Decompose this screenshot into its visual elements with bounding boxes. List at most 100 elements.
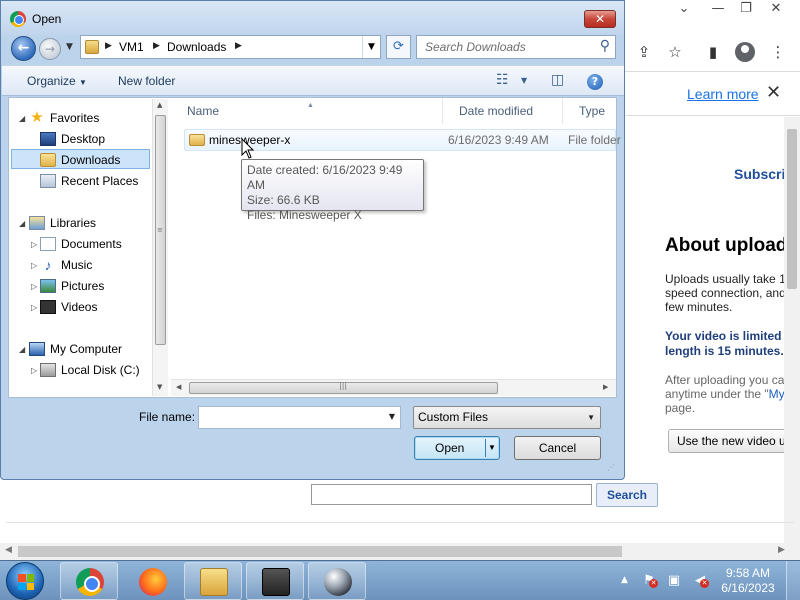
start-button[interactable] (6, 562, 44, 600)
action-center-icon[interactable]: ⚑✕ (641, 573, 658, 589)
file-list-horizontal-scrollbar[interactable]: ◀ ||| ▶ (171, 379, 616, 396)
show-hidden-icons-icon[interactable]: ▲ (621, 575, 628, 585)
scroll-left-arrow-icon[interactable]: ◀ (5, 545, 12, 555)
taskbar-ball-app[interactable] (308, 562, 366, 600)
forward-arrow-icon[interactable]: → (39, 38, 61, 60)
back-arrow-icon[interactable]: ← (11, 36, 36, 61)
chrome-icon (76, 568, 104, 596)
scroll-grip-icon: ||| (339, 381, 348, 390)
column-name-label: Name (187, 104, 220, 118)
page-hscroll-thumb[interactable] (18, 546, 622, 557)
infobar-close-icon[interactable]: ✕ (766, 82, 781, 103)
expand-favorites-icon[interactable]: ◢ (19, 114, 25, 123)
nav-documents-label: Documents (61, 237, 122, 251)
scroll-right-arrow-icon[interactable]: ▶ (603, 383, 608, 391)
preview-pane-icon[interactable]: ◫ (551, 72, 564, 88)
desktop-icon (40, 132, 56, 146)
page-scroll-thumb[interactable] (787, 129, 797, 289)
view-options-icon[interactable]: ☷ (496, 72, 509, 88)
my-videos-link[interactable]: My (769, 387, 785, 401)
breadcrumb[interactable]: ▶ VM1 ▶ Downloads ▶ ▼ (80, 35, 381, 59)
search-icon[interactable]: ⚲ (600, 38, 610, 54)
resize-grip-icon[interactable]: ⋰ (607, 463, 615, 472)
breadcrumb-separator-icon[interactable]: ▶ (235, 41, 242, 51)
scroll-grip-icon: ≡ (157, 226, 163, 234)
navigation-pane-scrollbar[interactable]: ▲ ≡ ▼ (152, 99, 168, 396)
page-horizontal-scrollbar[interactable]: ◀ ▶ (0, 543, 800, 560)
new-video-upload-button[interactable]: Use the new video u (668, 429, 800, 453)
organize-button[interactable]: Organize ▼ (27, 74, 87, 88)
nav-downloads[interactable]: Downloads (11, 149, 150, 169)
after-upload-text: After uploading you ca (665, 373, 785, 387)
cancel-button[interactable]: Cancel (514, 436, 601, 460)
file-name-input[interactable] (203, 410, 378, 426)
menu-dots-icon[interactable]: ⋮ (766, 41, 790, 65)
profile-avatar[interactable] (735, 42, 755, 62)
taskbar-firefox[interactable] (123, 562, 181, 600)
subscribe-link[interactable]: Subscri (734, 166, 785, 182)
page-search-input[interactable] (311, 484, 592, 505)
share-icon[interactable]: ⇪ (632, 41, 656, 65)
column-header-date-modified[interactable]: Date modified (443, 99, 563, 124)
expand-videos-icon[interactable]: ▷ (31, 303, 37, 312)
scroll-up-arrow-icon[interactable]: ▲ (157, 101, 162, 109)
dialog-close-button[interactable]: ✕ (584, 10, 616, 28)
column-header-type[interactable]: Type (563, 99, 623, 124)
column-header-name[interactable]: Name ▲ (171, 99, 443, 124)
taskbar-chrome[interactable] (60, 562, 118, 600)
file-name-combobox[interactable]: ▼ (198, 406, 401, 429)
file-type-select[interactable]: Custom Files ▼ (413, 406, 601, 429)
scroll-down-arrow-icon[interactable]: ▼ (157, 383, 162, 391)
side-panel-icon[interactable]: ▮ (701, 41, 725, 65)
open-button[interactable]: Open ▼ (414, 436, 500, 460)
file-name-chevron-icon[interactable]: ▼ (389, 412, 395, 421)
expand-my-computer-icon[interactable]: ◢ (19, 345, 25, 354)
open-options-chevron-icon[interactable]: ▼ (488, 437, 496, 459)
breadcrumb-separator-icon[interactable]: ▶ (105, 41, 112, 51)
dialog-titlebar[interactable]: Open ✕ (1, 1, 624, 36)
system-clock[interactable]: 9:58 AM 6/16/2023 (716, 566, 780, 596)
dialog-title: Open (32, 12, 62, 26)
browser-close-button[interactable]: ✕ (762, 0, 790, 18)
breadcrumb-vm1[interactable]: VM1 (119, 40, 144, 54)
dialog-search-box[interactable]: ⚲ (416, 35, 616, 59)
breadcrumb-downloads[interactable]: Downloads (167, 40, 226, 54)
tab-search-icon[interactable]: ⌄ (670, 0, 698, 18)
command-bar: Organize ▼ New folder ☷ ▼ ◫ ? (2, 65, 624, 96)
expand-music-icon[interactable]: ▷ (31, 261, 37, 270)
taskbar-explorer[interactable] (184, 562, 242, 600)
network-icon[interactable]: ▣ (666, 573, 682, 589)
bookmark-star-icon[interactable]: ☆ (663, 41, 687, 65)
scroll-left-arrow-icon[interactable]: ◀ (176, 383, 181, 391)
learn-more-link[interactable]: Learn more (687, 86, 759, 102)
nav-my-computer-label: My Computer (50, 342, 123, 356)
tooltip-files: Files: Minesweeper X (247, 208, 362, 222)
nav-recent-places-label: Recent Places (61, 174, 139, 188)
tooltip-date-created: Date created: 6/16/2023 9:49 AM (247, 163, 403, 192)
app-tool-icon (262, 568, 290, 596)
scroll-right-arrow-icon[interactable]: ▶ (778, 545, 785, 555)
refresh-icon[interactable]: ⟳ (386, 35, 411, 59)
file-type-chevron-icon: ▼ (587, 413, 595, 422)
restore-button[interactable]: ❐ (732, 0, 760, 18)
page-search-button[interactable]: Search (596, 483, 658, 507)
expand-local-disk-icon[interactable]: ▷ (31, 366, 37, 375)
recent-locations-chevron-icon[interactable]: ▼ (66, 42, 73, 52)
expand-pictures-icon[interactable]: ▷ (31, 282, 37, 291)
music-note-icon: ♪ (44, 257, 52, 273)
expand-libraries-icon[interactable]: ◢ (19, 219, 25, 228)
expand-documents-icon[interactable]: ▷ (31, 240, 37, 249)
view-chevron-icon[interactable]: ▼ (521, 76, 527, 85)
show-desktop-button[interactable] (786, 561, 800, 600)
clock-date: 6/16/2023 (721, 581, 775, 595)
minimize-button[interactable]: — (704, 0, 732, 18)
search-downloads-input[interactable] (425, 39, 595, 55)
address-history-chevron-icon[interactable]: ▼ (362, 36, 380, 58)
volume-icon[interactable]: ◀✕ (692, 573, 709, 589)
taskbar-tool[interactable] (246, 562, 304, 600)
breadcrumb-separator-icon[interactable]: ▶ (153, 41, 160, 51)
page-vertical-scrollbar[interactable] (784, 117, 800, 547)
help-icon[interactable]: ? (587, 74, 603, 90)
new-folder-button[interactable]: New folder (118, 74, 175, 88)
address-row: ← → ▼ ▶ VM1 ▶ Downloads ▶ ▼ ⟳ ⚲ (9, 34, 616, 62)
